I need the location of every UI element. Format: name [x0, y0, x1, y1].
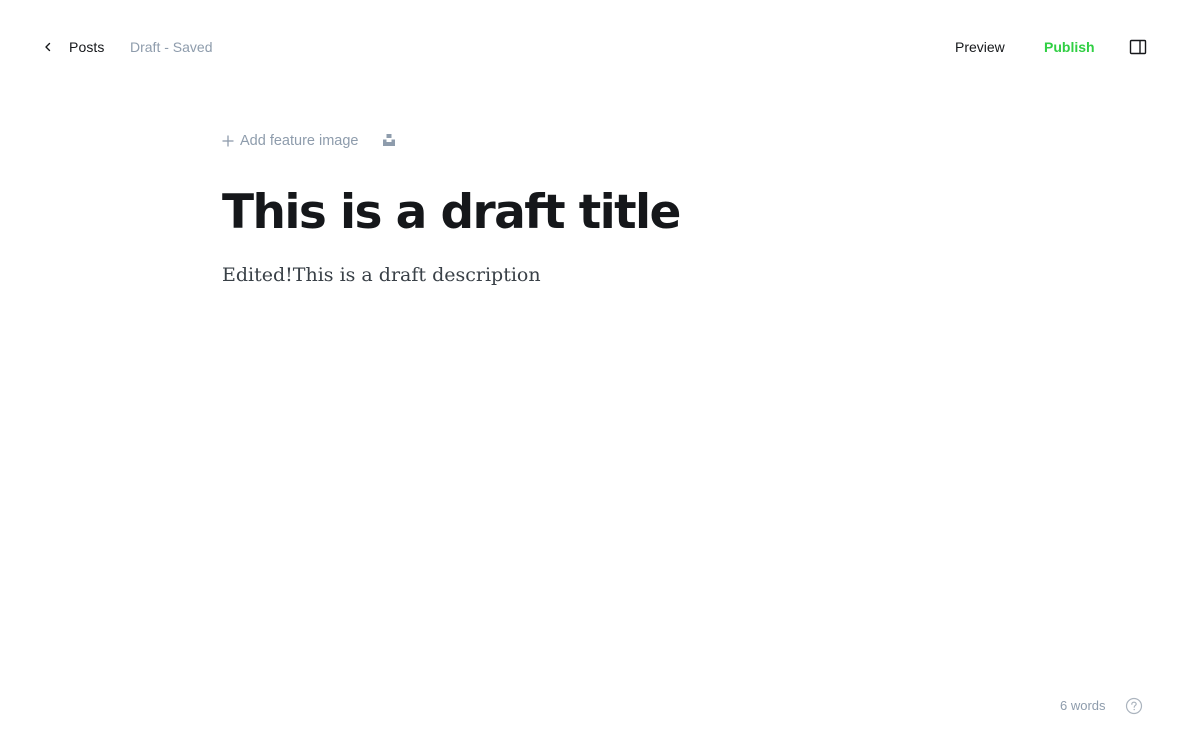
plus-icon [222, 135, 234, 147]
feature-image-row: Add feature image [222, 128, 962, 154]
add-feature-image-label: Add feature image [240, 133, 359, 149]
post-editor: Add feature image This is a draft title … [222, 128, 962, 288]
preview-button[interactable]: Preview [955, 38, 1005, 56]
save-status: Draft - Saved [130, 39, 213, 55]
word-count: 6 words [1060, 698, 1106, 713]
back-link-label: Posts [69, 39, 105, 55]
add-feature-image-button[interactable]: Add feature image [222, 133, 359, 149]
chevron-left-icon [40, 39, 56, 55]
sidebar-toggle-icon [1129, 39, 1147, 59]
post-body[interactable]: Edited!This is a draft description [222, 262, 962, 288]
unsplash-icon [382, 133, 396, 150]
publish-button[interactable]: Publish [1044, 38, 1095, 56]
back-to-posts-link[interactable]: Posts [40, 36, 105, 58]
post-title[interactable]: This is a draft title [222, 186, 962, 240]
editor-header: Posts Draft - Saved Preview Publish [0, 0, 1184, 94]
help-button[interactable] [1125, 697, 1143, 715]
settings-sidebar-toggle-button[interactable] [1129, 38, 1147, 56]
unsplash-button[interactable] [381, 133, 397, 149]
help-circle-icon [1125, 697, 1143, 718]
